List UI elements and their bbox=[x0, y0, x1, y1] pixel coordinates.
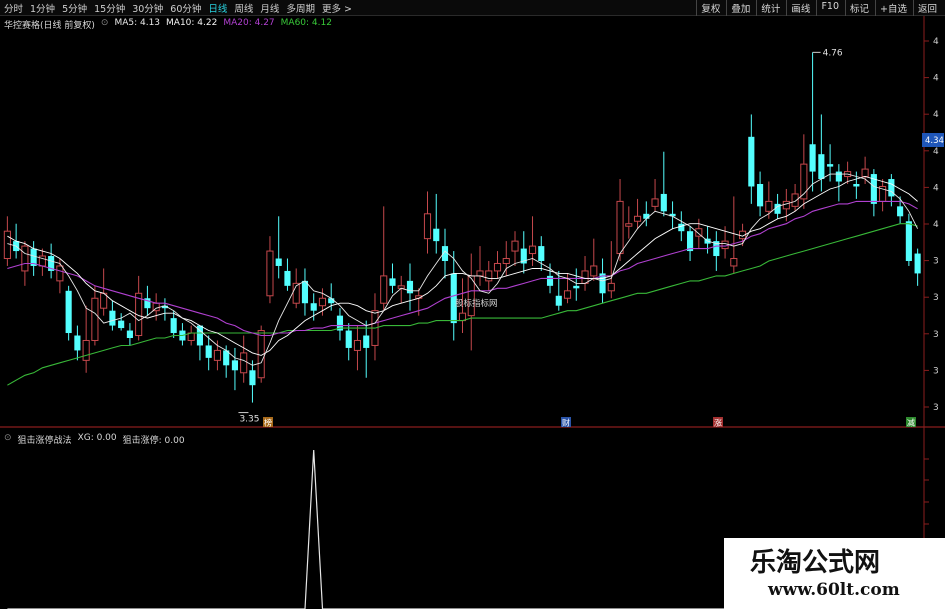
watermark: 乐淘公式网 www.60lt.com bbox=[724, 538, 945, 609]
candle-body-up bbox=[607, 282, 615, 292]
candle-body-up bbox=[511, 240, 519, 252]
candle-body-up bbox=[266, 250, 274, 297]
candle-body-down bbox=[301, 280, 309, 304]
candle-body-down bbox=[660, 193, 667, 212]
candle-body-up bbox=[423, 213, 432, 240]
candle-body-down bbox=[310, 303, 317, 311]
candle-body-up bbox=[590, 265, 598, 277]
candle-body-up bbox=[476, 270, 484, 277]
candle-body-up bbox=[563, 290, 572, 299]
candle-body-down bbox=[573, 285, 580, 289]
candle-body-up bbox=[581, 270, 589, 284]
candle-body-down bbox=[170, 318, 177, 334]
candle-body-up bbox=[240, 352, 248, 374]
candle-body-down bbox=[118, 320, 125, 329]
candle-body-down bbox=[538, 246, 545, 261]
candle-body-down bbox=[835, 171, 842, 182]
y-tick-label: 3 bbox=[933, 293, 939, 303]
candle-body-down bbox=[345, 330, 352, 348]
event-marker-text: 财 bbox=[562, 418, 570, 428]
candle-body-up bbox=[493, 262, 502, 272]
candle-body-up bbox=[633, 215, 642, 222]
candle-body-down bbox=[827, 164, 834, 167]
candle-body-up bbox=[721, 240, 729, 250]
candle-body-up bbox=[861, 168, 869, 178]
y-tick-label: 4 bbox=[933, 74, 939, 84]
candle-body-down bbox=[74, 335, 81, 351]
candle-body-down bbox=[897, 206, 904, 217]
watermark-url: www.60lt.com bbox=[768, 580, 900, 600]
candle-body-down bbox=[433, 228, 440, 242]
candle-body-up bbox=[528, 245, 537, 255]
candle-body-down bbox=[275, 258, 282, 266]
candle-body-up bbox=[353, 339, 362, 351]
event-marker-text: 减 bbox=[907, 418, 915, 428]
candle-body-down bbox=[748, 136, 755, 187]
y-tick-label: 3 bbox=[933, 366, 939, 376]
y-tick-label: 4 bbox=[933, 37, 939, 47]
stock-chart-window: 分时 1分钟 5分钟 15分钟 30分钟 60分钟 日线 周线 月线 多周期 更多 > 复权 叠加 统计… bbox=[0, 0, 945, 609]
candle-body-down bbox=[389, 278, 396, 286]
candle-body-down bbox=[818, 154, 825, 180]
candle-body-down bbox=[809, 144, 816, 172]
y-tick-label: 4 bbox=[933, 147, 939, 157]
event-marker-text: 涨 bbox=[714, 418, 722, 428]
candle-body-down bbox=[853, 184, 860, 187]
candle-body-down bbox=[65, 290, 72, 334]
candle-body-up bbox=[56, 265, 64, 282]
candle-body-down bbox=[914, 253, 921, 274]
candle-body-up bbox=[318, 297, 327, 307]
candle-body-up bbox=[782, 200, 790, 210]
candle-body-down bbox=[643, 213, 650, 219]
candle-body-down bbox=[363, 335, 370, 348]
price-tag-label: 4.34 bbox=[925, 136, 944, 146]
candle-body-down bbox=[546, 275, 554, 286]
event-marker-text: 榜 bbox=[264, 418, 272, 428]
candle-body-down bbox=[284, 270, 291, 286]
y-tick-label: 3 bbox=[933, 330, 939, 340]
candle-body-down bbox=[249, 370, 256, 386]
candle-body-up bbox=[21, 245, 29, 272]
ma5-line bbox=[7, 173, 919, 366]
y-tick-label: 4 bbox=[933, 183, 939, 193]
candle-body-up bbox=[502, 258, 510, 264]
candle-body-down bbox=[757, 184, 764, 207]
candle-body-up bbox=[82, 339, 90, 361]
candle-body-down bbox=[109, 310, 116, 326]
candle-body-down bbox=[406, 280, 414, 294]
high-price-label: 4.76 bbox=[823, 48, 843, 58]
candle-body-up bbox=[765, 200, 773, 212]
candle-body-up bbox=[213, 349, 221, 361]
candle-body-down bbox=[555, 295, 562, 306]
candle-body-down bbox=[126, 330, 133, 338]
candle-body-up bbox=[616, 200, 624, 255]
y-tick-label: 4 bbox=[933, 110, 939, 120]
y-tick-label: 4 bbox=[933, 220, 939, 230]
candle-body-down bbox=[905, 221, 912, 261]
candle-body-up bbox=[651, 198, 659, 207]
candle-body-up bbox=[380, 275, 388, 304]
low-price-label: 3.35 bbox=[239, 415, 259, 425]
candle-body-up bbox=[730, 258, 738, 267]
candle-body-down bbox=[328, 298, 335, 304]
y-tick-label: 3 bbox=[933, 403, 939, 413]
candle-body-up bbox=[625, 223, 633, 227]
y-tick-label: 3 bbox=[933, 257, 939, 267]
candle-body-down bbox=[231, 360, 239, 371]
candle-body-up bbox=[485, 270, 493, 282]
candle-body-up bbox=[91, 297, 99, 341]
candle-body-up bbox=[3, 230, 11, 260]
chart-text-label: 股标指标网 bbox=[455, 298, 498, 309]
candle-body-down bbox=[678, 223, 685, 232]
chart-canvas[interactable]: 4 4 4 4 4 4 3 3 3 3 3 4.76 3.35 股标指标网 4.34 榜 财 涨 减 bbox=[0, 0, 945, 609]
candle-body-down bbox=[205, 345, 212, 358]
watermark-title: 乐淘公式网 bbox=[750, 548, 881, 578]
